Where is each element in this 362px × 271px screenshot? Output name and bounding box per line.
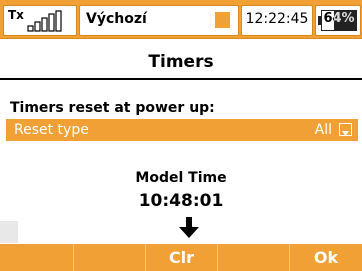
battery-icon: 64%	[318, 10, 357, 31]
reset-type-label: Reset type	[14, 122, 89, 138]
model-time-value: 10:48:01	[138, 191, 224, 211]
tx-signal-indicator: Tx	[3, 5, 77, 36]
page-title: Timers	[148, 52, 214, 72]
softkey-1[interactable]	[0, 244, 73, 271]
clock-time: 12:22:45	[245, 11, 309, 27]
screen: Tx Výchozí 12:22:45 64% Timers Timers re…	[0, 0, 362, 271]
model-name-box[interactable]: Výchozí	[79, 5, 239, 36]
scroll-edge	[0, 221, 18, 243]
title-divider	[0, 78, 362, 80]
battery-percent: 64%	[323, 11, 355, 26]
status-bar: Tx Výchozí 12:22:45 64%	[0, 0, 362, 39]
battery-box: 64%	[315, 5, 361, 36]
model-name: Výchozí	[86, 11, 147, 27]
clear-button[interactable]: Clr	[145, 244, 217, 271]
reset-type-row[interactable]: Reset type All	[6, 119, 358, 141]
ok-button-label: Ok	[313, 248, 339, 267]
softkey-bar: Clr Ok	[0, 244, 362, 271]
signal-bars-icon	[27, 10, 62, 32]
chevron-down-icon[interactable]	[339, 123, 352, 136]
clock-box: 12:22:45	[241, 5, 313, 36]
down-arrow-icon	[179, 217, 199, 238]
softkey-2[interactable]	[73, 244, 145, 271]
ok-button[interactable]: Ok	[289, 244, 362, 271]
clear-button-label: Clr	[168, 248, 195, 267]
model-indicator-icon	[215, 12, 230, 28]
model-time-label: Model Time	[135, 170, 227, 186]
section-label: Timers reset at power up:	[10, 100, 215, 116]
reset-type-value: All	[314, 122, 332, 138]
softkey-4[interactable]	[217, 244, 289, 271]
tx-label: Tx	[8, 8, 24, 22]
